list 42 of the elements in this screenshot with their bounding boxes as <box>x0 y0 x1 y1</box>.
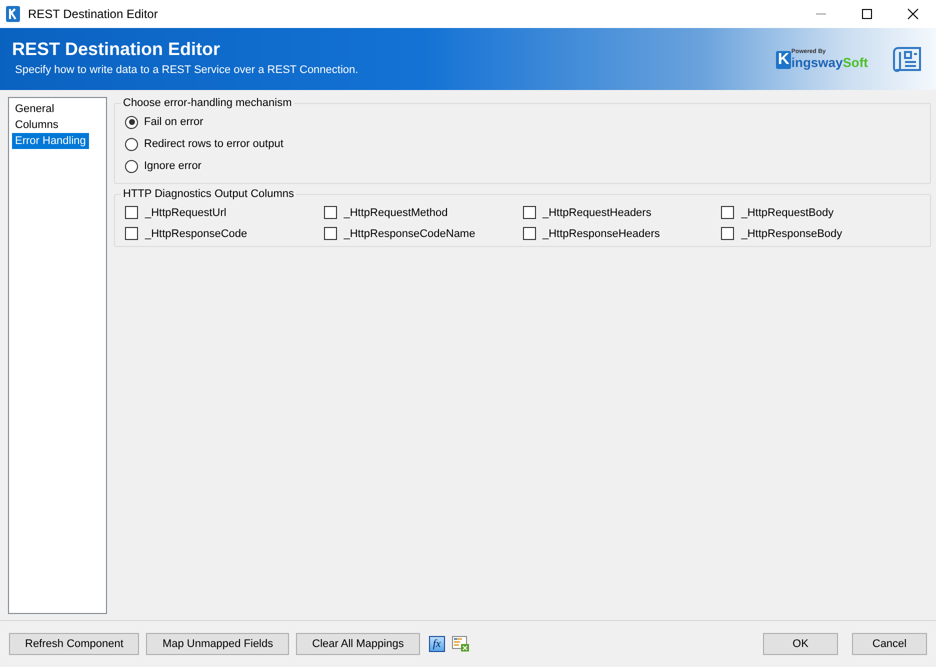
logo-mark: K <box>776 51 792 69</box>
banner-title: REST Destination Editor <box>12 38 222 60</box>
checkbox[interactable] <box>721 227 734 240</box>
radio-label: Redirect rows to error output <box>144 138 284 150</box>
app-icon <box>6 6 20 22</box>
maximize-icon[interactable] <box>861 8 873 20</box>
checkbox-label: _HttpResponseCode <box>145 228 248 240</box>
checkbox-label: _HttpResponseHeaders <box>542 228 660 240</box>
close-icon[interactable] <box>907 8 919 20</box>
checkbox-label: _HttpResponseCodeName <box>344 228 476 240</box>
radio-button[interactable] <box>125 116 138 128</box>
checkbox[interactable] <box>522 206 536 219</box>
radio-button[interactable] <box>125 160 138 172</box>
group-title: Choose error-handling mechanism <box>122 97 293 109</box>
function-icon[interactable]: fx <box>428 636 445 652</box>
logo-wordmark: ingswaySoft <box>791 56 868 69</box>
footer-button[interactable]: Refresh Component <box>9 633 140 655</box>
window-title: REST Destination Editor <box>28 7 158 21</box>
group-title: HTTP Diagnostics Output Columns <box>122 188 295 200</box>
checkbox[interactable] <box>125 227 138 240</box>
page-list-item[interactable]: Columns <box>12 117 62 133</box>
checkbox[interactable] <box>324 206 337 219</box>
dialog-button[interactable]: OK <box>763 633 838 655</box>
checkbox-label: _HttpRequestUrl <box>145 206 226 218</box>
checkbox[interactable] <box>324 227 337 240</box>
checkbox-label: _HttpRequestBody <box>741 206 834 218</box>
checkbox-label: _HttpRequestHeaders <box>542 206 652 218</box>
checkbox[interactable] <box>522 227 536 240</box>
table-export-icon[interactable] <box>452 636 470 652</box>
page-list-item[interactable]: General <box>12 101 58 117</box>
footer-button[interactable]: Map Unmapped Fields <box>146 633 290 655</box>
checkbox-label: _HttpResponseBody <box>741 228 842 240</box>
checkbox-label: _HttpRequestMethod <box>344 206 448 218</box>
radio-button[interactable] <box>125 138 138 150</box>
footer-button[interactable]: Clear All Mappings <box>296 633 420 655</box>
radio-label: Ignore error <box>144 160 202 172</box>
radio-label: Fail on error <box>144 116 204 128</box>
checkbox[interactable] <box>721 206 734 219</box>
checkbox[interactable] <box>125 206 138 219</box>
banner-subtitle: Specify how to write data to a REST Service over a REST Connection. <box>14 64 360 76</box>
dialog-button[interactable]: Cancel <box>852 633 927 655</box>
page-list-item[interactable]: Error Handling <box>12 133 89 149</box>
